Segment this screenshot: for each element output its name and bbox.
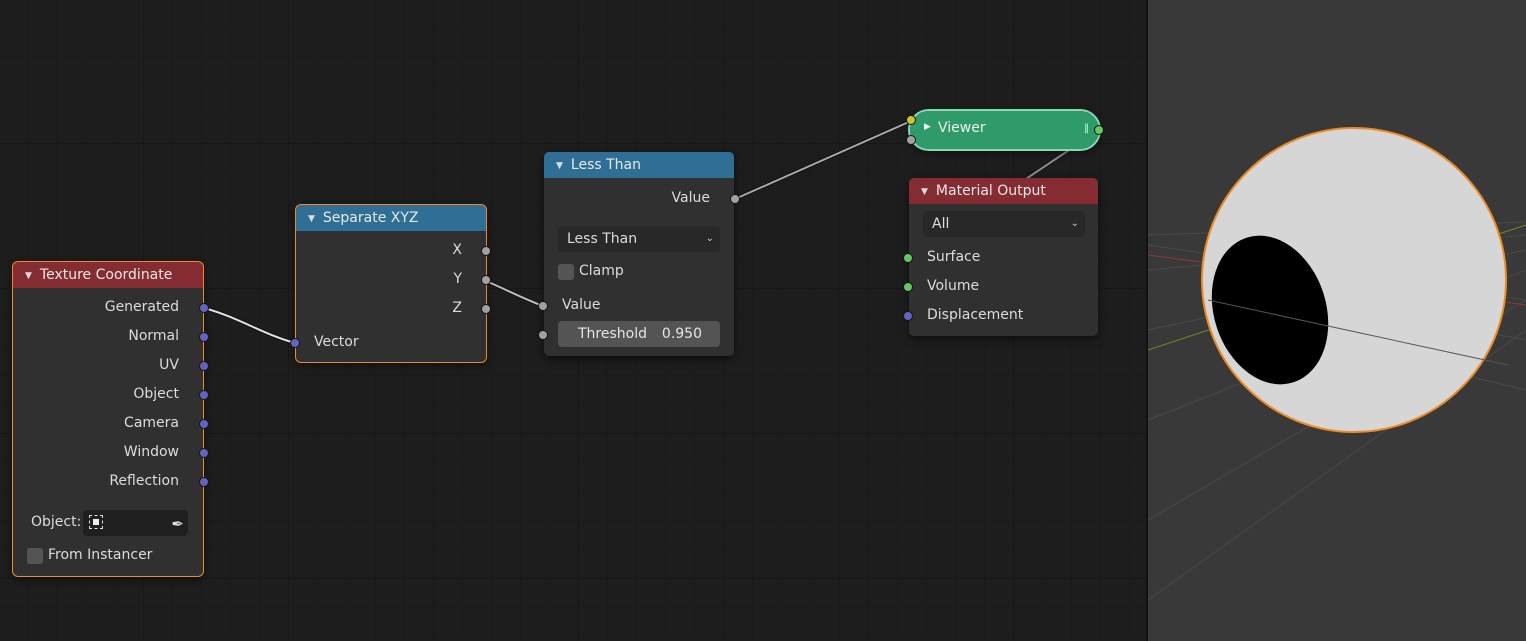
output-window-label: Window (123, 444, 179, 460)
node-title: Texture Coordinate (39, 267, 173, 283)
separate-xyz-header[interactable]: ▼ Separate XYZ (296, 205, 486, 231)
socket-window[interactable] (199, 448, 209, 458)
link-y-to-value (485, 279, 544, 308)
socket-viewer-value[interactable] (906, 135, 916, 145)
output-camera-label: Camera (124, 415, 179, 431)
output-value-label: Value (671, 190, 710, 206)
node-title: Viewer (938, 120, 986, 136)
collapse-triangle-icon[interactable]: ▼ (921, 179, 928, 205)
socket-camera[interactable] (199, 419, 209, 429)
collapse-triangle-icon[interactable]: ▼ (556, 153, 563, 179)
socket-uv[interactable] (199, 361, 209, 371)
output-reflection-label: Reflection (109, 473, 179, 489)
target-dropdown[interactable]: All ⌄ (923, 211, 1085, 237)
output-object-label: Object (133, 386, 179, 402)
socket-volume[interactable] (903, 282, 913, 292)
object-field-label: Object: (31, 514, 82, 530)
input-displacement-label: Displacement (927, 307, 1024, 323)
math-node-header[interactable]: ▼ Less Than (544, 152, 734, 178)
from-instancer-checkbox[interactable] (27, 548, 43, 564)
chevron-down-icon: ⌄ (1070, 218, 1079, 229)
node-title: Separate XYZ (322, 210, 419, 226)
socket-y[interactable] (481, 275, 491, 285)
math-less-than-node[interactable]: ▼ Less Than Value Less Than ⌄ Clamp Value… (544, 152, 734, 356)
output-y-label: Y (453, 271, 462, 287)
collapse-triangle-icon[interactable]: ▼ (308, 206, 315, 232)
socket-z[interactable] (481, 304, 491, 314)
socket-viewer-color[interactable] (906, 115, 916, 125)
input-value-label: Value (562, 297, 601, 313)
node-title: Material Output (935, 183, 1046, 199)
output-generated-label: Generated (104, 299, 179, 315)
threshold-field[interactable]: Threshold 0.950 (558, 321, 720, 347)
socket-object[interactable] (199, 390, 209, 400)
socket-surface[interactable] (903, 253, 913, 263)
viewer-node[interactable]: ▶ Viewer ‖ (908, 109, 1101, 151)
socket-x[interactable] (481, 246, 491, 256)
target-value: All (932, 216, 950, 232)
output-x-label: X (452, 242, 462, 258)
expand-triangle-icon[interactable]: ▶ (924, 122, 931, 132)
texture-coordinate-node[interactable]: ▼ Texture Coordinate Generated Normal UV … (12, 261, 204, 577)
socket-reflection[interactable] (199, 477, 209, 487)
clamp-checkbox[interactable] (558, 264, 574, 280)
node-title: Less Than (570, 157, 642, 173)
threshold-value: 0.950 (661, 326, 702, 342)
input-surface-label: Surface (927, 249, 981, 265)
object-data-icon (89, 515, 103, 529)
socket-threshold-input[interactable] (538, 330, 548, 340)
output-z-label: Z (452, 300, 462, 316)
collapse-triangle-icon[interactable]: ▼ (25, 263, 32, 289)
input-volume-label: Volume (927, 278, 980, 294)
material-output-header[interactable]: ▼ Material Output (909, 178, 1098, 204)
from-instancer-label: From Instancer (48, 547, 153, 563)
material-output-node[interactable]: ▼ Material Output All ⌄ Surface Volume Di… (909, 178, 1098, 336)
separate-xyz-node[interactable]: ▼ Separate XYZ X Y Z Vector (295, 204, 487, 363)
socket-vector-input[interactable] (290, 338, 300, 348)
threshold-label: Threshold (578, 326, 647, 342)
chevron-down-icon: ⌄ (705, 233, 714, 244)
socket-value-output[interactable] (730, 194, 740, 204)
operation-dropdown[interactable]: Less Than ⌄ (558, 226, 720, 252)
socket-normal[interactable] (199, 332, 209, 342)
clamp-label: Clamp (579, 263, 624, 279)
socket-viewer-output[interactable] (1094, 125, 1104, 135)
link-value-to-viewer (734, 119, 912, 201)
viewport-scene (1148, 127, 1526, 601)
3d-viewport[interactable] (1148, 0, 1526, 641)
viewer-handle-icon: ‖ (1084, 123, 1089, 134)
socket-displacement[interactable] (903, 311, 913, 321)
socket-generated[interactable] (199, 303, 209, 313)
output-uv-label: UV (159, 357, 179, 373)
output-normal-label: Normal (128, 328, 179, 344)
socket-value-input[interactable] (538, 301, 548, 311)
eyedropper-icon[interactable]: ✒ (171, 511, 184, 537)
texture-coordinate-header[interactable]: ▼ Texture Coordinate (13, 262, 203, 288)
operation-value: Less Than (567, 231, 638, 247)
link-generated-to-vector (203, 306, 296, 345)
node-editor[interactable]: ▼ Texture Coordinate Generated Normal UV … (0, 0, 1147, 641)
object-picker-field[interactable]: ✒ (83, 510, 188, 536)
input-vector-label: Vector (314, 334, 359, 350)
